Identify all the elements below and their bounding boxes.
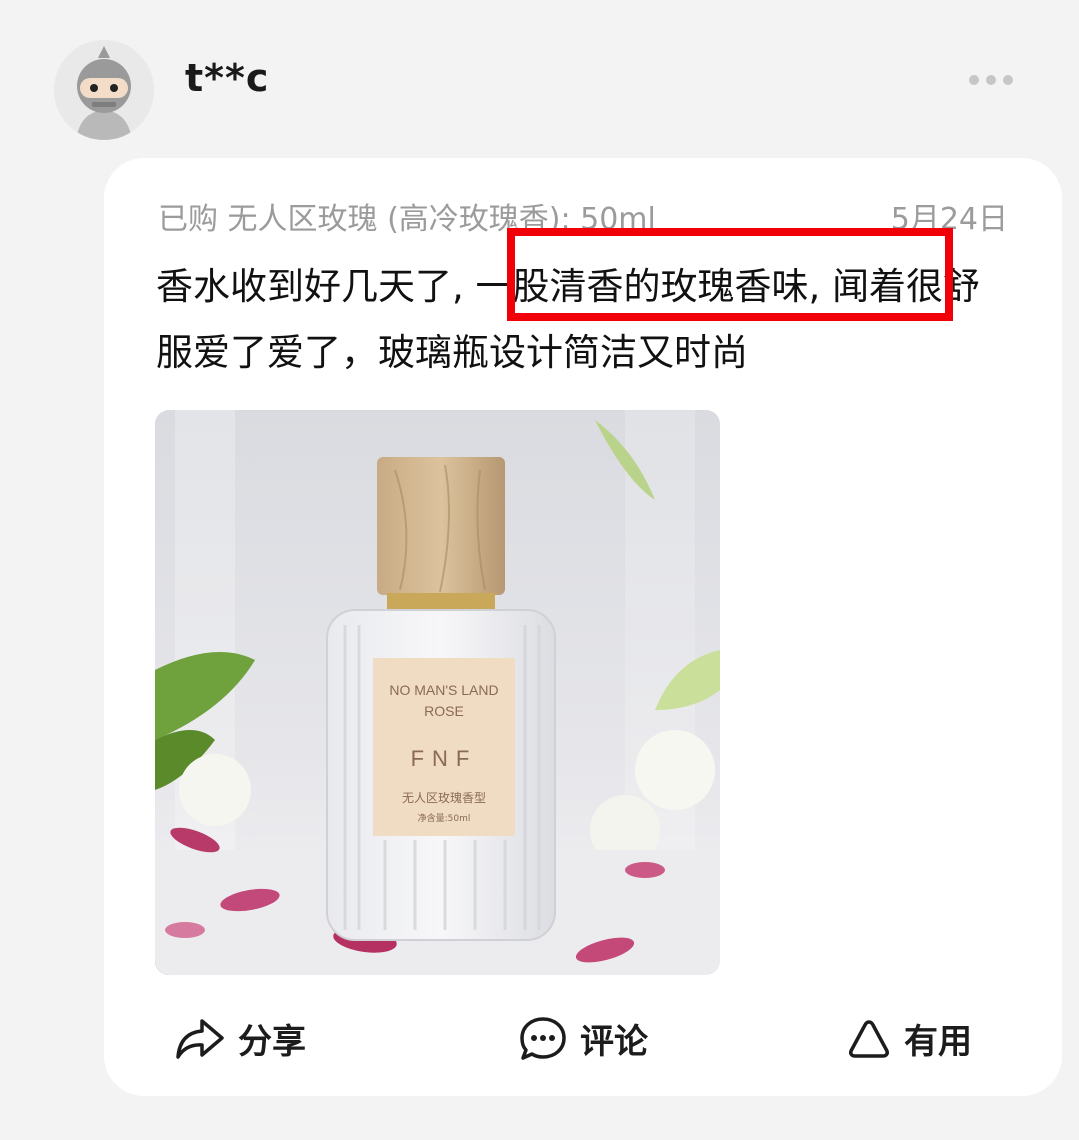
review-text-part1: 香水收到好几天了, — [156, 265, 476, 308]
useful-button[interactable]: 有用 — [846, 1014, 972, 1063]
highlight-box — [507, 228, 953, 321]
more-icon[interactable] — [966, 70, 1016, 90]
comment-button[interactable]: 评论 — [518, 1014, 648, 1063]
useful-icon — [849, 1019, 889, 1058]
action-bar: 分享 评论 有用 — [104, 1008, 1062, 1078]
avatar[interactable] — [54, 40, 154, 140]
share-icon — [176, 1018, 224, 1059]
label-brand: FNF — [411, 746, 478, 771]
perfume-image: NO MAN'S LAND ROSE FNF 无人区玫瑰香型 净含量:50ml — [155, 410, 720, 975]
share-button[interactable]: 分享 — [174, 1014, 306, 1063]
label-line1: NO MAN'S LAND — [389, 682, 498, 698]
share-label: 分享 — [238, 1022, 306, 1062]
username[interactable]: t**c — [185, 56, 269, 100]
label-volume: 净含量:50ml — [418, 812, 471, 824]
label-line2: ROSE — [424, 703, 464, 719]
ninja-avatar-icon — [54, 40, 154, 140]
product-photo[interactable]: NO MAN'S LAND ROSE FNF 无人区玫瑰香型 净含量:50ml — [155, 410, 720, 975]
label-cn-name: 无人区玫瑰香型 — [402, 790, 486, 805]
useful-label: 有用 — [904, 1022, 972, 1062]
comment-label: 评论 — [580, 1022, 648, 1062]
review-card: 已购 无人区玫瑰 (高冷玫瑰香); 50ml 5月24日 香水收到好几天了, 一… — [104, 158, 1062, 1096]
comment-icon — [520, 1016, 566, 1060]
